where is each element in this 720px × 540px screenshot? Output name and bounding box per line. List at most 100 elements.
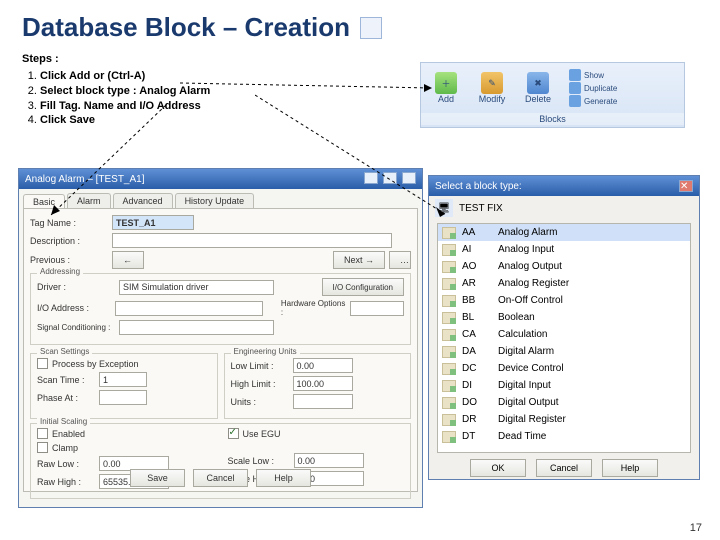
show-icon [569, 69, 581, 81]
prev-button[interactable]: ← [112, 251, 144, 269]
units-input[interactable] [293, 394, 353, 409]
list-item[interactable]: DIDigital Input [438, 377, 690, 394]
block-icon [442, 295, 456, 307]
units-label: Units : [231, 397, 289, 407]
block-icon [442, 414, 456, 426]
clamp-checkbox[interactable] [37, 442, 48, 453]
block-name: Digital Output [498, 397, 559, 408]
block-code: DC [462, 363, 492, 374]
select-titlebar: Select a block type: ✕ [429, 176, 699, 196]
save-button[interactable]: Save [130, 469, 185, 487]
description-input[interactable] [112, 233, 392, 248]
block-code: AO [462, 261, 492, 272]
block-name: Digital Alarm [498, 346, 554, 357]
tag-name-input[interactable]: TEST_A1 [112, 215, 194, 230]
block-icon [442, 329, 456, 341]
page-number: 17 [690, 522, 702, 534]
tab-advanced[interactable]: Advanced [113, 193, 173, 208]
block-icon [442, 261, 456, 273]
rawlow-label: Raw Low : [37, 459, 95, 469]
description-label: Description : [30, 236, 108, 246]
block-code: DA [462, 346, 492, 357]
list-item[interactable]: AAAnalog Alarm [438, 224, 690, 241]
close-icon[interactable]: ✕ [679, 180, 693, 192]
proc-exception-checkbox[interactable] [37, 358, 48, 369]
lowlimit-input[interactable]: 0.00 [293, 358, 353, 373]
scantime-input[interactable]: 1 [99, 372, 147, 387]
block-icon [442, 312, 456, 324]
title-text: Database Block – Creation [22, 12, 350, 43]
block-icon [442, 346, 456, 358]
eng-units-group: Engineering Units Low Limit :0.00 High L… [224, 353, 412, 419]
generate-button[interactable]: Generate [569, 95, 617, 107]
list-item[interactable]: DA Digital Alarm [438, 343, 690, 360]
use-egu-checkbox[interactable] [228, 428, 239, 439]
phase-input[interactable] [99, 390, 147, 405]
next-button[interactable]: Next → [333, 251, 385, 269]
select-block-type-dialog: Select a block type: ✕ 🖥 TEST FIX AAAnal… [428, 175, 700, 480]
list-item[interactable]: ARAnalog Register [438, 275, 690, 292]
close-icon[interactable] [402, 172, 416, 184]
cancel-button[interactable]: Cancel [193, 469, 248, 487]
tab-basic[interactable]: Basic [23, 194, 65, 209]
list-item[interactable]: DC Device Control [438, 360, 690, 377]
scalelow-input[interactable]: 0.00 [294, 453, 364, 468]
enabled-checkbox[interactable] [37, 428, 48, 439]
block-code: BL [462, 312, 492, 323]
driver-label: Driver : [37, 282, 115, 292]
ribbon-blocks: ＋ Add ✎ Modify ✖ Delete Show Duplicate G… [420, 62, 685, 128]
list-item[interactable]: BBOn-Off Control [438, 292, 690, 309]
list-item[interactable]: BLBoolean [438, 309, 690, 326]
list-item[interactable]: AOAnalog Output [438, 258, 690, 275]
block-name: Digital Input [498, 380, 551, 391]
block-type-listbox[interactable]: AAAnalog AlarmAIAnalog InputAOAnalog Out… [437, 223, 691, 453]
help-button[interactable]: Help [256, 469, 311, 487]
list-item[interactable]: DT Dead Time [438, 428, 690, 445]
select-title-text: Select a block type: [435, 181, 522, 192]
list-item[interactable]: AIAnalog Input [438, 241, 690, 258]
show-button[interactable]: Show [569, 69, 617, 81]
hwopt-input[interactable] [350, 301, 404, 316]
modify-icon: ✎ [481, 72, 503, 94]
ok-button[interactable]: OK [470, 459, 526, 477]
minimize-icon[interactable] [364, 172, 378, 184]
scan-settings-group: Scan Settings Process by Exception Scan … [30, 353, 218, 419]
block-code: DO [462, 397, 492, 408]
clamp-label: Clamp [52, 443, 78, 453]
add-button[interactable]: ＋ Add [425, 65, 467, 111]
blocks-app-icon [360, 17, 382, 39]
duplicate-button[interactable]: Duplicate [569, 82, 617, 94]
block-code: DT [462, 431, 492, 442]
next-browse-button[interactable]: … [389, 251, 411, 269]
io-address-input[interactable] [115, 301, 263, 316]
list-item[interactable]: DRDigital Register [438, 411, 690, 428]
block-name: On-Off Control [498, 295, 563, 306]
modify-button[interactable]: ✎ Modify [471, 65, 513, 111]
block-icon [442, 397, 456, 409]
io-config-button[interactable]: I/O Configuration [322, 278, 404, 296]
block-icon [442, 380, 456, 392]
highlimit-input[interactable]: 100.00 [293, 376, 353, 391]
dialog-title-text: Analog Alarm – [TEST_A1] [25, 174, 145, 185]
sigcond-dropdown[interactable] [119, 320, 274, 335]
list-item[interactable]: DO Digital Output [438, 394, 690, 411]
sigcond-label: Signal Conditioning : [37, 323, 115, 332]
delete-button[interactable]: ✖ Delete [517, 65, 559, 111]
highlimit-label: High Limit : [231, 379, 289, 389]
block-name: Device Control [498, 363, 564, 374]
addressing-group: Addressing Driver : SIM Simulation drive… [30, 273, 411, 345]
node-name: TEST FIX [459, 203, 503, 214]
delete-icon: ✖ [527, 72, 549, 94]
block-name: Analog Register [498, 278, 569, 289]
page-title: Database Block – Creation [0, 0, 720, 49]
scalelow-label: Scale Low : [228, 456, 290, 466]
list-item[interactable]: CACalculation [438, 326, 690, 343]
cancel-button[interactable]: Cancel [536, 459, 592, 477]
tab-alarm[interactable]: Alarm [67, 193, 111, 208]
maximize-icon[interactable] [383, 172, 397, 184]
tab-history[interactable]: History Update [175, 193, 255, 208]
help-button[interactable]: Help [602, 459, 658, 477]
driver-dropdown[interactable]: SIM Simulation driver [119, 280, 274, 295]
block-name: Dead Time [498, 431, 546, 442]
block-icon [442, 363, 456, 375]
